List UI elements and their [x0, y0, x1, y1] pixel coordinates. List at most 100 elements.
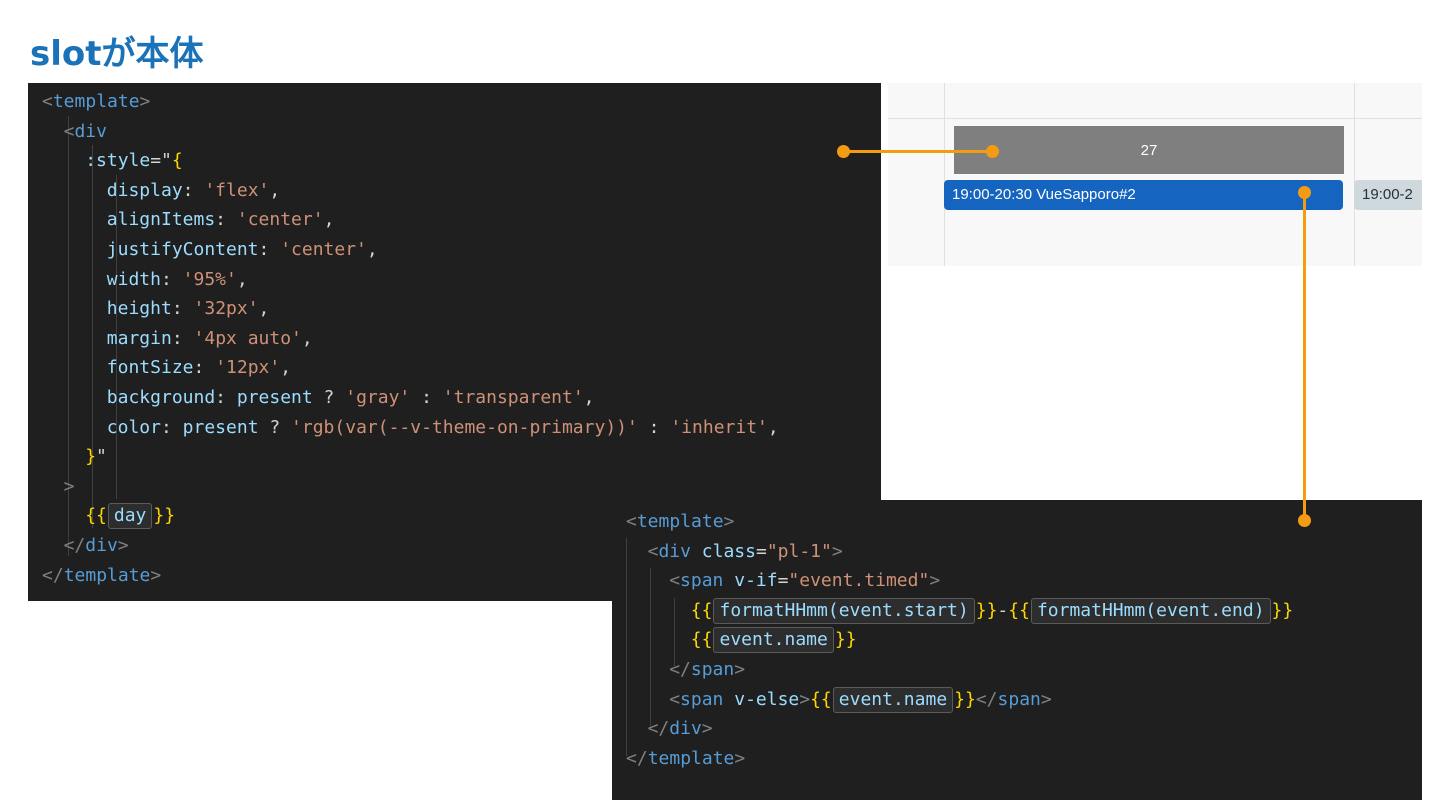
code-token: >	[734, 747, 746, 769]
connector-line	[1303, 192, 1306, 522]
code-token: 'center'	[280, 239, 367, 260]
code-line: </div>	[64, 531, 129, 561]
code-line: margin: '4px auto',	[107, 324, 313, 354]
interpolation-expression: formatHHmm(event.start)	[713, 597, 975, 624]
code-token: :style	[85, 150, 151, 172]
code-token: ,	[323, 209, 335, 231]
code-token: {	[171, 150, 183, 172]
code-token: 'rgb(var(--v-theme-on-primary))'	[291, 416, 638, 438]
code-token: <	[42, 91, 53, 112]
code-line: <span v-if="event.timed">	[669, 566, 940, 596]
code-token: template	[63, 564, 151, 586]
code-token: span	[997, 688, 1041, 710]
code-token: >	[929, 570, 941, 592]
code-token: >	[799, 688, 811, 710]
code-token: "pl-1"	[766, 540, 832, 562]
code-token: -	[997, 599, 1009, 621]
code-token: }}	[834, 629, 857, 651]
interpolation-expression: event.name	[832, 686, 954, 713]
code-token: >	[117, 535, 129, 556]
code-token: span	[680, 570, 724, 592]
code-line: }"	[85, 442, 107, 472]
code-token: ,	[583, 387, 595, 408]
calendar-column-divider	[944, 83, 945, 266]
code-token: :	[160, 416, 183, 438]
code-token: }}	[153, 505, 176, 527]
code-token: >	[139, 91, 151, 112]
code-token: ,	[280, 357, 292, 379]
code-line: color: present ? 'rgb(var(--v-theme-on-p…	[107, 413, 779, 443]
code-token: {{	[85, 505, 107, 527]
code-token: ,	[767, 416, 779, 438]
event-chip[interactable]: 19:00-20:30 VueSapporo#2	[944, 180, 1343, 210]
code-token: {{	[690, 599, 713, 621]
code-token: <	[669, 688, 681, 710]
code-line: height: '32px',	[107, 294, 270, 324]
code-token: v-if	[723, 570, 778, 592]
code-line: </template>	[42, 561, 161, 591]
day-number-cell[interactable]: 27	[954, 126, 1344, 174]
connector-line	[843, 150, 993, 153]
code-token: </	[647, 718, 670, 740]
code-line: {{event.name}}	[691, 625, 857, 655]
code-token: 'gray'	[345, 387, 411, 408]
code-token: >	[701, 718, 713, 740]
code-token: >	[723, 511, 735, 532]
code-token: ,	[258, 298, 270, 320]
code-token: ,	[236, 268, 248, 290]
code-token: :	[193, 357, 216, 379]
code-line: </template>	[626, 744, 745, 774]
code-line: <div	[64, 117, 107, 147]
code-token: </	[42, 564, 64, 586]
connector-dot	[986, 145, 999, 158]
code-token: >	[150, 564, 162, 586]
code-token: :	[171, 327, 194, 349]
code-token: v-else	[723, 688, 800, 710]
code-token: ="	[150, 150, 172, 172]
code-token: <	[63, 120, 75, 142]
code-token: template	[52, 91, 140, 112]
code-token: '95%'	[182, 268, 237, 290]
code-token: span	[680, 688, 724, 710]
code-token: =	[777, 570, 789, 592]
code-token: div	[74, 120, 107, 142]
code-token: margin	[106, 327, 172, 349]
code-line: >	[64, 472, 75, 502]
code-token: }}	[954, 688, 976, 710]
code-token: </	[669, 659, 691, 680]
code-token: color	[106, 416, 161, 438]
code-token: present	[236, 387, 313, 408]
calendar-column-divider	[1354, 83, 1355, 266]
code-token: >	[734, 659, 746, 680]
code-token: height	[106, 298, 172, 320]
code-panel-event-slot: <template> <div class="pl-1"> <span v-if="…	[612, 500, 1422, 800]
code-line: :style="{	[85, 146, 183, 176]
indent-guide	[650, 568, 651, 726]
code-token: <	[669, 570, 681, 592]
code-token: width	[106, 268, 161, 290]
code-token: :	[182, 179, 205, 201]
code-token: template	[636, 511, 724, 532]
event-chip-next-day[interactable]: 19:00-2	[1354, 180, 1422, 210]
code-token: '12px'	[215, 357, 281, 379]
code-token: span	[690, 659, 735, 680]
code-token: template	[647, 747, 735, 769]
code-line: {{day}}	[85, 501, 175, 531]
code-line: justifyContent: 'center',	[107, 235, 378, 265]
code-token: :	[637, 416, 671, 438]
code-token: :	[171, 298, 194, 320]
code-token: }	[85, 446, 97, 468]
code-token: :	[215, 387, 237, 408]
code-token: '4px auto'	[193, 327, 302, 349]
code-line: </span>	[669, 655, 745, 685]
slide-title: slotが本体	[30, 34, 204, 74]
code-token: }}	[975, 599, 998, 621]
code-token: </	[63, 535, 86, 556]
code-token: :	[410, 387, 443, 408]
code-token: '32px'	[193, 298, 259, 320]
code-token: ?	[258, 416, 292, 438]
code-token: class	[690, 540, 756, 562]
code-token: :	[215, 209, 237, 231]
code-line: width: '95%',	[107, 265, 248, 295]
code-token: <	[626, 511, 637, 532]
